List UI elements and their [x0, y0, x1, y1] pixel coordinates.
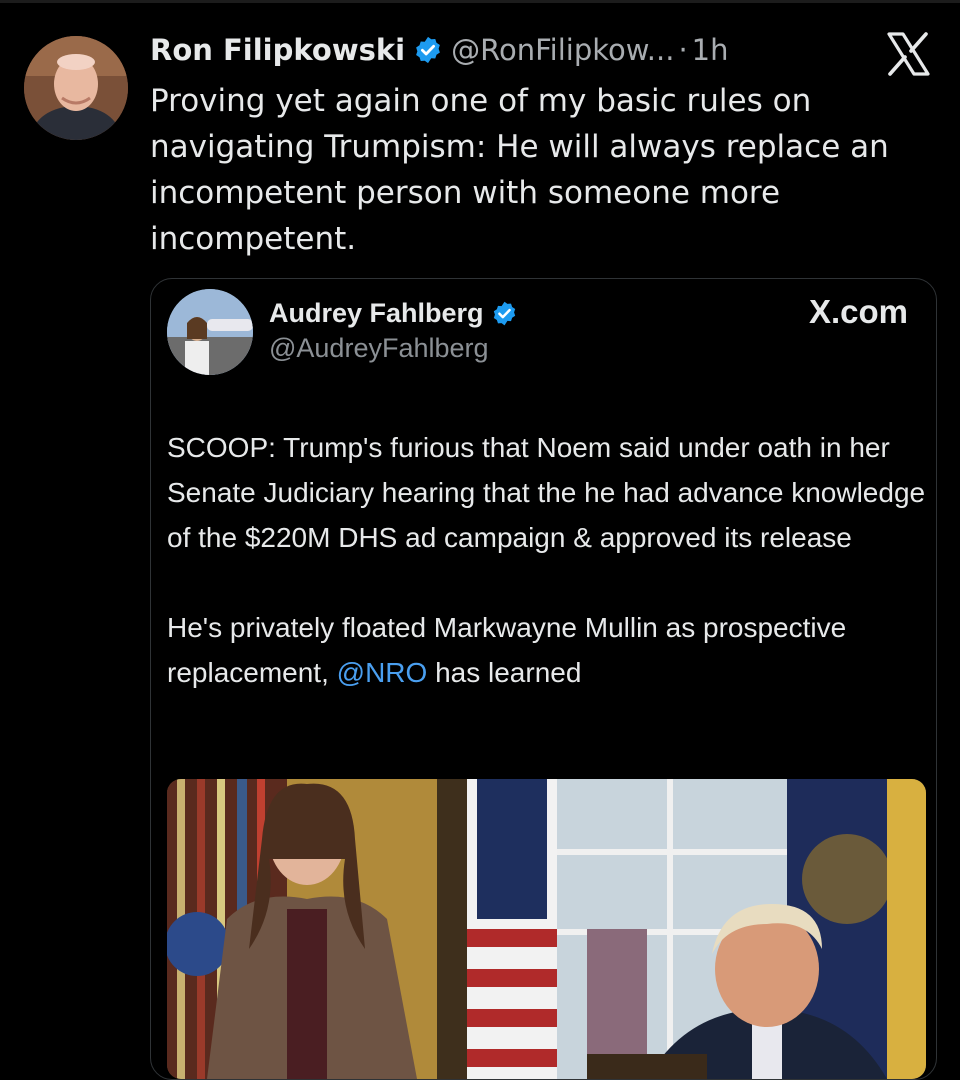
author-handle[interactable]: @RonFilipkow...: [451, 33, 674, 67]
tweet-header: Ron Filipkowski @RonFilipkow... · 1h: [150, 28, 729, 72]
x-logo-icon[interactable]: [884, 30, 932, 78]
author-name[interactable]: Ron Filipkowski: [150, 33, 405, 67]
top-divider: [0, 0, 960, 3]
tweet-timestamp[interactable]: 1h: [692, 33, 729, 67]
author-avatar[interactable]: [24, 36, 128, 140]
quoted-paragraph-2-end: has learned: [427, 657, 582, 688]
news-photo[interactable]: [167, 779, 926, 1079]
quoted-tweet-card[interactable]: Audrey Fahlberg @AudreyFahlberg X.com SC…: [150, 278, 937, 1080]
quoted-paragraph-1: SCOOP: Trump's furious that Noem said un…: [167, 432, 926, 553]
verified-badge-icon: [413, 35, 443, 65]
quoted-paragraph-2: He's privately floated Markwayne Mullin …: [167, 605, 927, 695]
quoted-author-handle[interactable]: @AudreyFahlberg: [269, 333, 489, 364]
quoted-author-name[interactable]: Audrey Fahlberg: [269, 298, 484, 329]
news-photo-image: [167, 779, 926, 1079]
quoted-author-avatar[interactable]: [167, 289, 253, 375]
quoted-avatar-image: [167, 289, 253, 375]
quoted-tweet-text: SCOOP: Trump's furious that Noem said un…: [167, 425, 927, 695]
tweet-text: Proving yet again one of my basic rules …: [150, 83, 889, 257]
quoted-author-row: Audrey Fahlberg: [269, 293, 518, 333]
mention-link[interactable]: @NRO: [337, 657, 428, 688]
verified-badge-icon: [491, 300, 518, 327]
profile-avatar-image: [24, 36, 128, 140]
dot-separator: ·: [678, 33, 688, 67]
site-label[interactable]: X.com: [809, 293, 908, 331]
